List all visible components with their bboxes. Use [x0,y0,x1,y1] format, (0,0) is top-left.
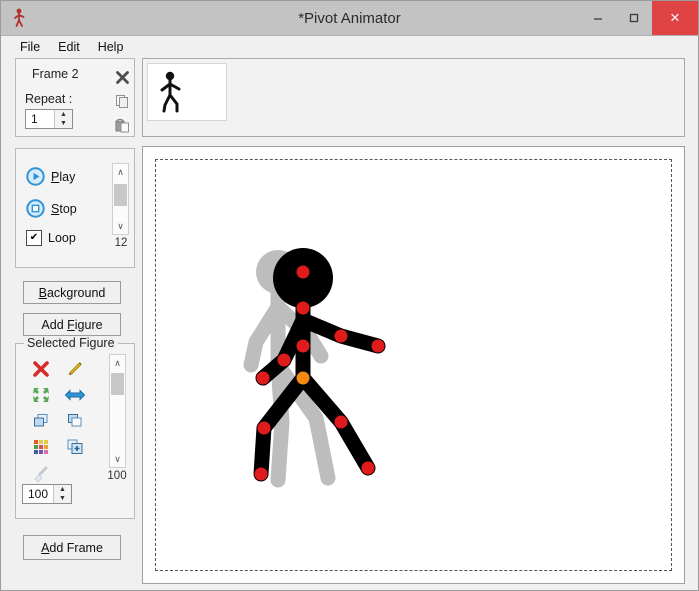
figure-opacity-value[interactable]: 100 [23,485,53,503]
selected-figure-panel: Selected Figure ∧ ∨ 100 100 ▲ ▼ [15,336,135,519]
loop-checkbox[interactable]: ✔ Loop [26,230,76,246]
figure-opacity-spin-arrows[interactable]: ▲ ▼ [53,485,71,503]
send-to-back-icon[interactable] [58,408,92,434]
stop-button[interactable]: Stop [26,199,77,218]
add-figure-button[interactable]: Add Figure [23,313,121,336]
menu-edit[interactable]: Edit [49,38,89,56]
joint-right-knee [334,415,348,429]
eyedropper-icon [24,460,58,486]
main-window: *Pivot Animator × File Edit Help Frame 2 [0,0,699,591]
flip-figure-icon[interactable] [58,382,92,408]
frame-properties-panel: Frame 2 Repeat : 1 ▲ ▼ [15,58,135,137]
add-figure-button-label: Add Figure [41,317,103,332]
play-label: Play [51,169,76,184]
joint-left-elbow [277,353,291,367]
edit-figure-icon[interactable] [58,356,92,382]
window-controls: × [580,1,698,35]
frame-number-label: Frame 2 [32,67,79,81]
title-bar: *Pivot Animator × [1,1,698,36]
joint-right-elbow [334,329,348,343]
delete-frame-icon[interactable] [110,65,134,89]
add-frame-button-label: Add Frame [41,540,103,555]
stop-icon [26,199,45,218]
stop-label: Stop [51,201,77,216]
close-button[interactable]: × [652,1,698,35]
frame-thumbnail-1[interactable] [147,63,227,121]
loop-checkbox-box[interactable]: ✔ [26,230,42,246]
joint-left-foot [254,467,268,481]
repeat-spin-up[interactable]: ▲ [55,110,72,119]
selected-figure-title: Selected Figure [24,336,118,350]
play-icon [26,167,45,186]
figure-opacity-scrollbar[interactable]: ∧ ∨ [109,354,126,468]
menu-bar: File Edit Help [1,36,698,59]
figure-scroll-value: 100 [107,470,127,482]
menu-help[interactable]: Help [89,38,133,56]
opacity-scroll-down[interactable]: ∨ [110,451,125,467]
frame-tool-buttons [110,65,134,137]
minimize-button[interactable] [580,1,616,35]
canvas-panel [142,146,685,584]
figure-stage [243,248,386,488]
menu-file[interactable]: File [11,38,49,56]
repeat-spin-down[interactable]: ▼ [55,119,72,128]
speed-scroll-down[interactable]: ∨ [113,218,128,234]
figure-tools-grid [24,356,92,486]
animation-canvas[interactable] [155,159,672,571]
frames-list[interactable] [142,58,685,137]
playback-speed-scrollbar[interactable]: ∧ ∨ [112,163,129,235]
resize-figure-icon[interactable] [24,382,58,408]
figure-opacity-spin-down[interactable]: ▼ [54,494,71,503]
background-button-label: Background [38,285,106,300]
figure-opacity-spin-up[interactable]: ▲ [54,485,71,494]
playback-panel: Play Stop ✔ Loop ∧ ∨ 12 [15,148,135,268]
bring-to-front-icon[interactable] [24,408,58,434]
client-area: Frame 2 Repeat : 1 ▲ ▼ Play Stop ✔ Loop … [1,58,698,590]
background-button[interactable]: Background [23,281,121,304]
pivot-animator-window: *Pivot Animator × File Edit Help Frame 2 [0,0,699,591]
playback-speed-value: 12 [114,237,128,249]
speed-scroll-thumb[interactable] [114,184,127,206]
joint-right-hand [371,339,385,353]
opacity-scroll-track[interactable] [110,371,125,451]
figure-colour-icon[interactable] [24,434,58,460]
repeat-spin-arrows[interactable]: ▲ ▼ [54,110,72,128]
speed-scroll-up[interactable]: ∧ [113,164,128,180]
opacity-scroll-thumb[interactable] [111,373,124,395]
frames-strip: Frame 2 Repeat : 1 ▲ ▼ [15,58,685,142]
delete-figure-icon[interactable] [24,356,58,382]
joint-hip-root [296,371,310,385]
speed-scroll-track[interactable] [113,180,128,218]
figure-opacity-spinner[interactable]: 100 ▲ ▼ [22,484,72,504]
loop-label: Loop [48,231,76,245]
joint-right-foot [361,461,375,475]
add-frame-button[interactable]: Add Frame [23,535,121,560]
opacity-scroll-up[interactable]: ∧ [110,355,125,371]
maximize-button[interactable] [616,1,652,35]
repeat-value[interactable]: 1 [26,110,54,128]
play-button[interactable]: Play [26,167,75,186]
joint-neck [296,301,310,315]
joint-left-knee [257,421,271,435]
joint-chest [296,339,310,353]
repeat-spinner[interactable]: 1 ▲ ▼ [25,109,73,129]
joint-head [296,265,310,279]
left-tool-column: Play Stop ✔ Loop ∧ ∨ 12 Background Add F… [15,148,135,560]
copy-frame-icon[interactable] [110,89,134,113]
paste-frame-icon[interactable] [110,113,134,137]
repeat-label: Repeat : [25,92,73,106]
duplicate-figure-icon[interactable] [58,434,92,460]
joint-left-hand [256,371,270,385]
app-stick-figure-icon [7,8,33,28]
